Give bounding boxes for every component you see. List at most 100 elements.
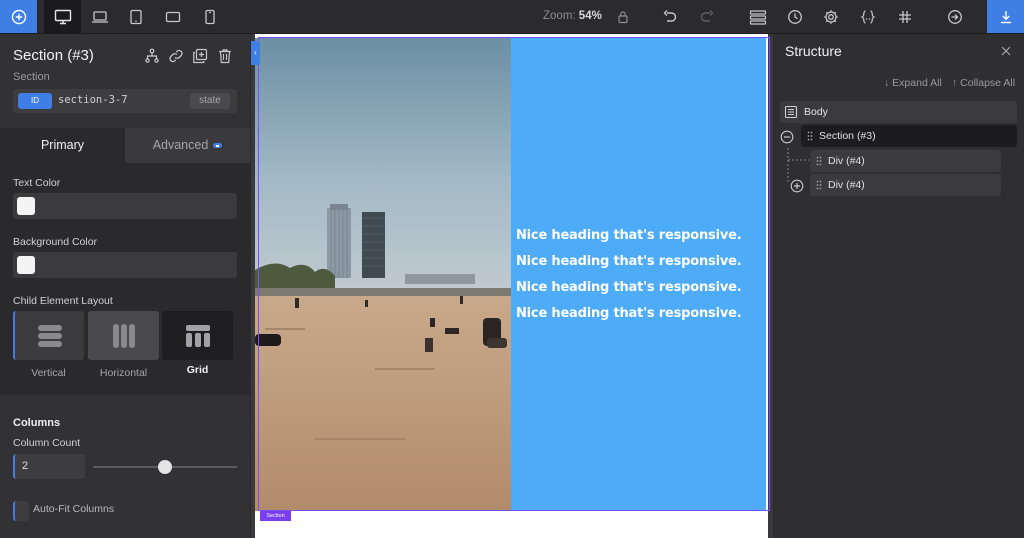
device-laptop-button[interactable] (81, 0, 118, 33)
mobile-icon (204, 9, 215, 24)
background-color-swatch[interactable] (17, 256, 35, 274)
structure-panel-button[interactable] (743, 0, 773, 33)
device-tablet-landscape-button[interactable] (154, 0, 191, 33)
content-div[interactable]: Nice heading that's responsive. Nice hea… (511, 38, 766, 511)
tab-primary-label: Primary (40, 138, 85, 152)
settings-button[interactable] (816, 0, 846, 33)
grid-guides-button[interactable] (890, 0, 920, 33)
tab-primary[interactable]: Primary (0, 128, 125, 163)
save-download-button[interactable] (987, 0, 1024, 33)
builder-canvas: Nice heading that's responsive. Nice hea… (251, 34, 773, 538)
hierarchy-icon (145, 48, 159, 63)
page-preview: Nice heading that's responsive. Nice hea… (255, 34, 770, 538)
id-value[interactable]: section-3-7 (58, 94, 128, 106)
undo-button[interactable] (655, 0, 685, 33)
layout-horizontal-button[interactable] (88, 311, 159, 360)
redo-icon (700, 9, 714, 22)
tree-node-div-1[interactable]: Div (#4) (810, 150, 1001, 172)
layers-icon (749, 9, 767, 25)
collapse-panel-toggle[interactable]: ‹ (251, 41, 260, 65)
advanced-indicator-icon (213, 143, 223, 149)
add-element-button[interactable] (0, 0, 37, 33)
column-count-value[interactable]: 2 (22, 460, 28, 472)
device-tablet-portrait-button[interactable] (117, 0, 154, 33)
tablet-icon (129, 9, 142, 24)
undo-icon (663, 9, 677, 22)
zoom-label: Zoom: (543, 10, 576, 22)
tab-advanced[interactable]: Advanced (125, 128, 250, 163)
tree-node-div-1-label: Div (#4) (828, 155, 865, 167)
tablet-landscape-icon (165, 11, 180, 22)
hash-icon (899, 10, 911, 23)
gear-icon (824, 9, 838, 24)
history-button[interactable] (780, 0, 810, 33)
drag-handle-icon[interactable] (816, 156, 822, 166)
columns-heading: Columns (13, 417, 61, 429)
link-icon (169, 49, 183, 63)
collapse-all-button[interactable]: ↑ Collapse All (952, 77, 1015, 89)
delete-button[interactable] (214, 45, 236, 67)
tree-node-section[interactable]: Section (#3) (801, 125, 1017, 147)
lock-icon (618, 10, 628, 23)
structure-tree-button[interactable] (141, 45, 163, 67)
layout-grid-button[interactable] (162, 311, 233, 360)
device-mobile-button[interactable] (191, 0, 228, 33)
beach-photo-image (255, 38, 511, 511)
tree-node-section-label: Section (#3) (819, 130, 876, 142)
exit-builder-button[interactable] (940, 0, 970, 33)
close-structure-button[interactable] (998, 43, 1014, 59)
zoom-value: 54% (578, 10, 602, 22)
tree-node-body-label: Body (804, 106, 828, 118)
code-button[interactable] (853, 0, 883, 33)
column-count-input[interactable]: 2 (13, 454, 85, 479)
element-title: Section (#3) (13, 47, 94, 64)
background-color-label: Background Color (13, 236, 98, 248)
text-color-label: Text Color (13, 177, 61, 189)
text-color-swatch[interactable] (17, 197, 35, 215)
responsive-heading-1[interactable]: Nice heading that's responsive. (516, 228, 742, 243)
zoom-readout[interactable]: Zoom: 54% (543, 10, 602, 22)
responsive-heading-3[interactable]: Nice heading that's responsive. (516, 280, 742, 295)
duplicate-button[interactable] (189, 45, 211, 67)
clock-icon (788, 9, 802, 24)
auto-fit-label: Auto-Fit Columns (33, 503, 115, 515)
layout-vertical-button[interactable] (13, 311, 84, 360)
selection-tag[interactable]: Section (260, 511, 291, 521)
element-type-label: Section (13, 71, 50, 83)
beach-photo[interactable] (255, 38, 511, 511)
duplicate-icon (193, 48, 208, 64)
link-button[interactable] (165, 45, 187, 67)
plus-circle-icon (11, 9, 26, 24)
text-color-field[interactable] (13, 193, 237, 219)
download-icon (1000, 10, 1011, 23)
top-toolbar: Zoom: 54% (0, 0, 1024, 34)
layout-vertical-label: Vertical (31, 367, 66, 379)
responsive-heading-2[interactable]: Nice heading that's responsive. (516, 254, 742, 269)
braces-icon (860, 9, 876, 24)
rows-icon (37, 324, 62, 347)
collapse-node-icon[interactable] (780, 130, 794, 144)
id-badge[interactable]: ID (18, 93, 52, 109)
redo-button[interactable] (692, 0, 722, 33)
tree-node-div-2-label: Div (#4) (828, 179, 865, 191)
column-count-slider-handle[interactable] (158, 460, 172, 474)
trash-icon (219, 49, 231, 64)
state-button[interactable]: state (190, 93, 230, 109)
background-color-field[interactable] (13, 252, 237, 278)
expand-all-button[interactable]: ↓ Expand All (884, 77, 942, 89)
tree-node-body[interactable]: Body (780, 101, 1017, 123)
structure-panel: Structure ↓ Expand All ↑ Collapse All Bo… (774, 34, 1024, 538)
grid-layout-icon (185, 324, 210, 347)
responsive-heading-4[interactable]: Nice heading that's responsive. (516, 306, 742, 321)
device-desktop-button[interactable] (44, 0, 81, 33)
columns-icon (112, 323, 135, 348)
tree-node-div-2[interactable]: Div (#4) (810, 174, 1001, 196)
auto-fit-checkbox[interactable] (13, 501, 29, 521)
expand-node-icon[interactable] (790, 179, 804, 193)
drag-handle-icon[interactable] (816, 180, 822, 190)
lock-zoom-button[interactable] (608, 0, 638, 33)
id-field[interactable]: ID section-3-7 state (13, 89, 237, 113)
drag-handle-icon[interactable] (807, 131, 813, 141)
layout-horizontal-label: Horizontal (99, 367, 148, 379)
structure-title: Structure (785, 43, 842, 59)
